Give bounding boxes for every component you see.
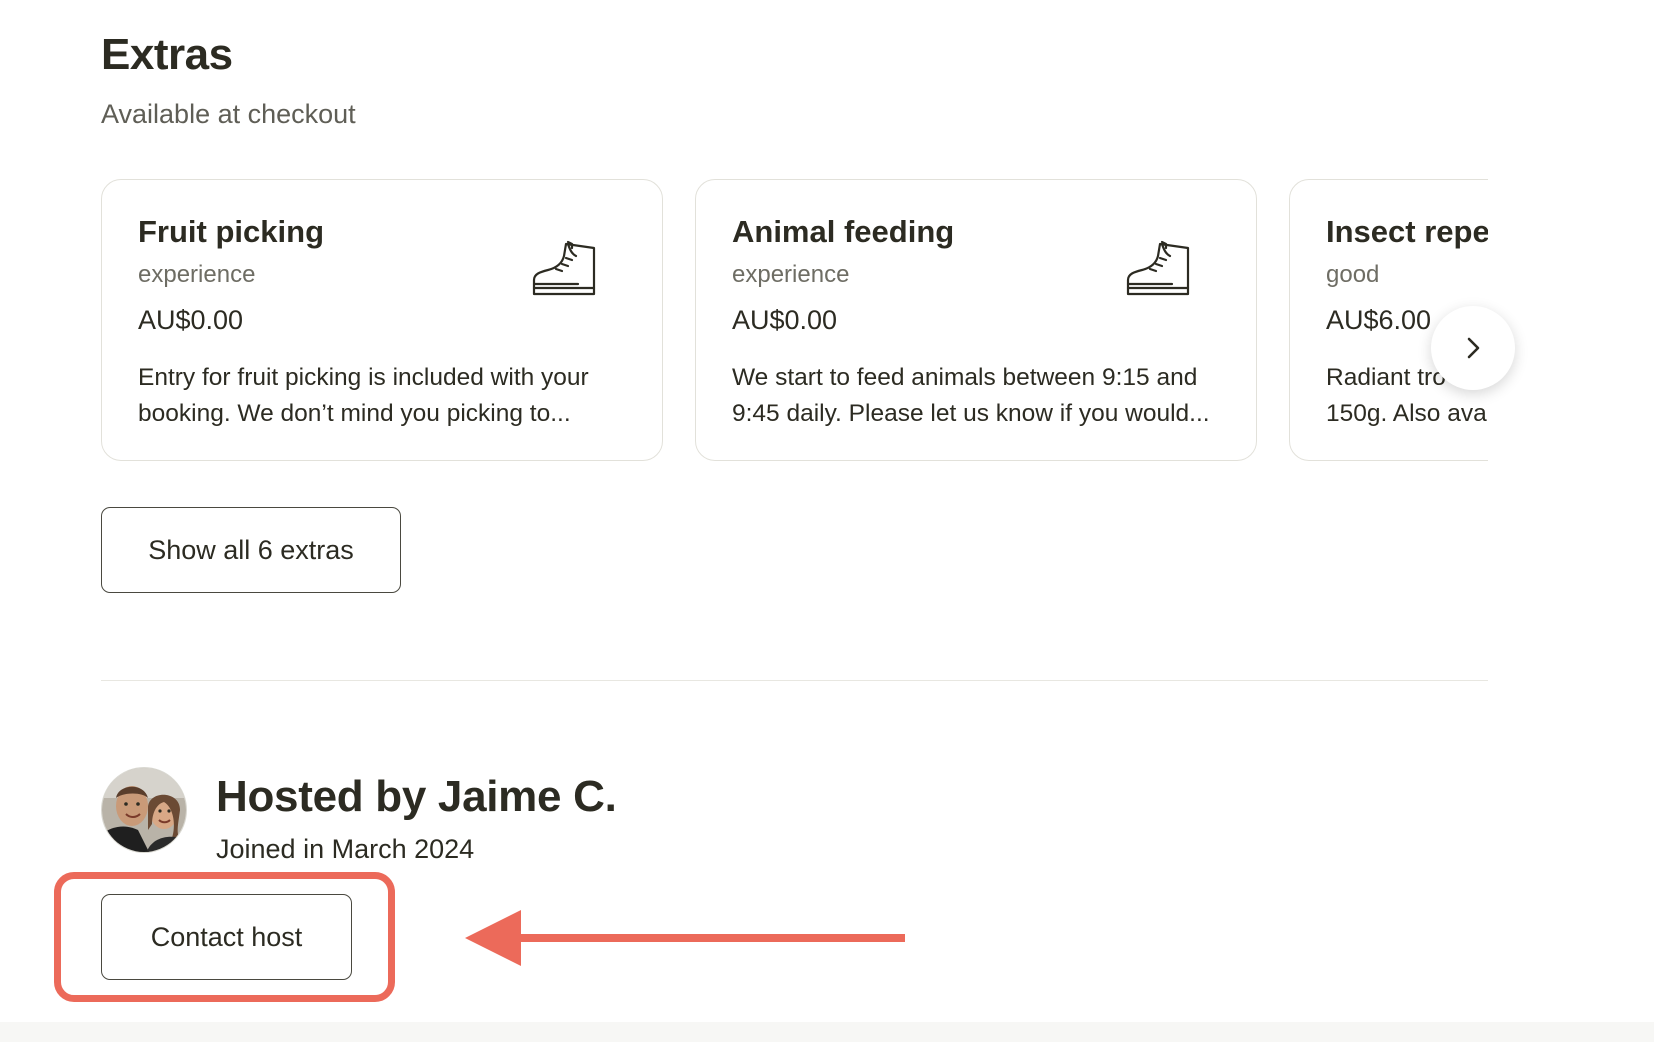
page-bottom-edge — [0, 1022, 1654, 1042]
extra-card-description: Entry for fruit picking is included with… — [138, 360, 638, 432]
host-avatar — [101, 767, 187, 853]
extra-card-desc-line: Entry for fruit picking is included with… — [138, 364, 589, 391]
extra-card-desc-line: booking. We don’t mind you picking to... — [138, 400, 571, 427]
extra-card-price: AU$6.00 — [1326, 305, 1432, 335]
page: Extras Available at checkout Fruit picki… — [0, 0, 1654, 1042]
host-joined-date: Joined in March 2024 — [216, 834, 475, 864]
extra-card-desc-line: 150g. Also avai — [1326, 400, 1488, 427]
section-divider — [101, 680, 1488, 681]
contact-host-button[interactable]: Contact host — [101, 894, 352, 980]
extra-card-title: Fruit picking — [138, 214, 324, 249]
chevron-right-icon — [1467, 337, 1480, 359]
extra-card-type: experience — [732, 261, 850, 288]
extras-title: Extras — [101, 30, 233, 79]
host-name: Hosted by Jaime C. — [216, 772, 617, 821]
extra-card-animal-feeding[interactable]: Animal feeding experience AU$0.00 We sta… — [695, 179, 1257, 461]
extra-card-price: AU$0.00 — [138, 305, 244, 335]
carousel-next-button[interactable] — [1431, 306, 1515, 390]
extras-carousel: Fruit picking experience AU$0.00 Entry f… — [101, 179, 1488, 465]
extra-card-type: good — [1326, 261, 1380, 288]
extra-card-type: experience — [138, 261, 256, 288]
extra-card-title: Animal feeding — [732, 214, 955, 249]
extra-card-description: We start to feed animals between 9:15 an… — [732, 360, 1232, 432]
extras-subtitle: Available at checkout — [101, 99, 356, 129]
left-arrow-icon — [465, 910, 905, 966]
host-avatar-photo — [102, 768, 186, 852]
extra-card-price: AU$0.00 — [732, 305, 838, 335]
boot-icon — [1126, 240, 1190, 296]
boot-icon — [532, 240, 596, 296]
extra-card-title: Insect repe — [1326, 214, 1488, 249]
extra-card-desc-line: We start to feed animals between 9:15 an… — [732, 364, 1198, 391]
extra-card-fruit-picking[interactable]: Fruit picking experience AU$0.00 Entry f… — [101, 179, 663, 461]
show-all-extras-button[interactable]: Show all 6 extras — [101, 507, 401, 593]
extra-card-desc-line: 9:45 daily. Please let us know if you wo… — [732, 400, 1210, 427]
